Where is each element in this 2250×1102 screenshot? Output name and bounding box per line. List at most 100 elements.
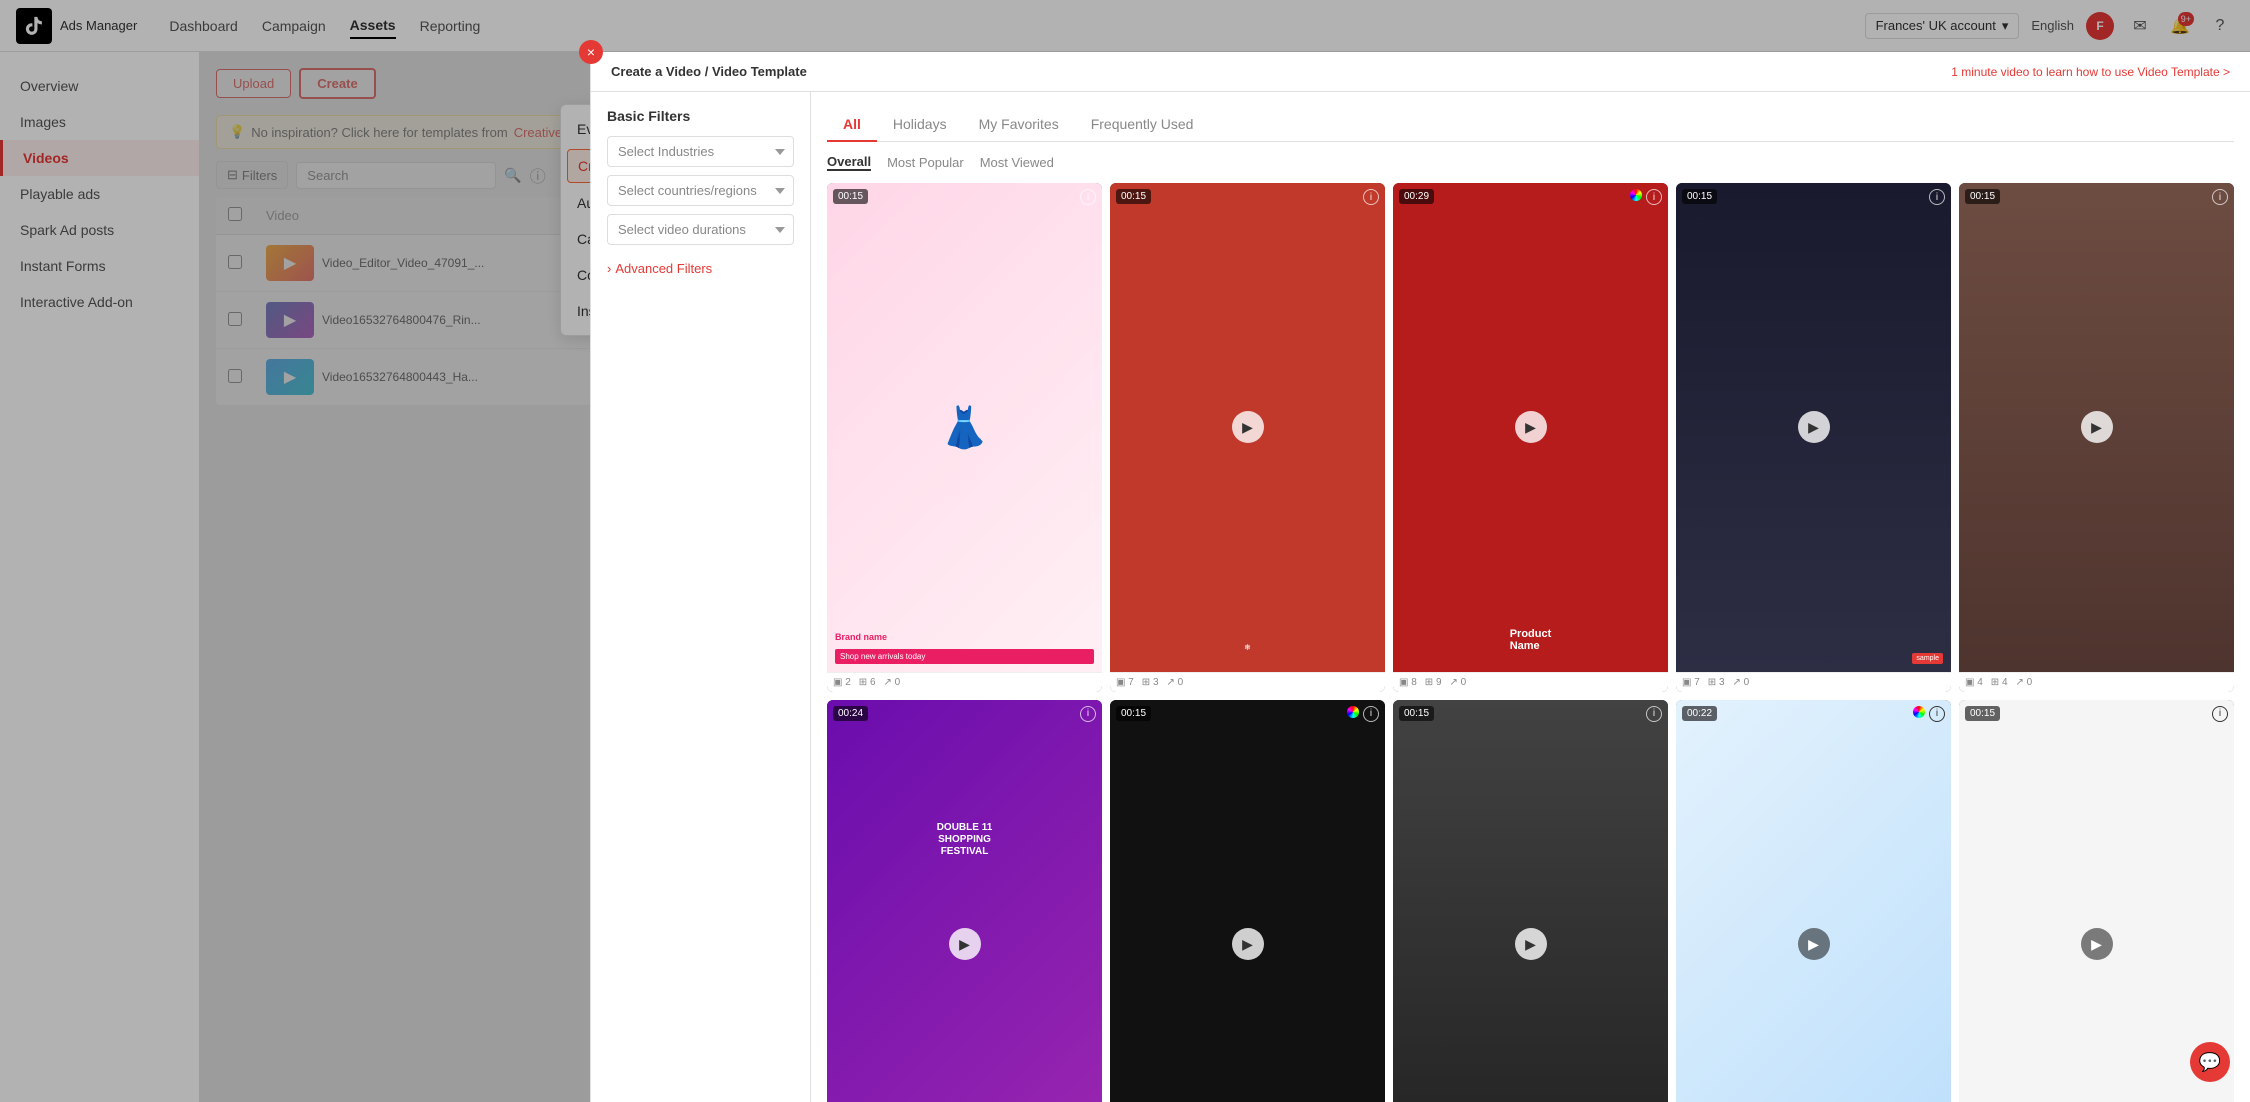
- duration-select[interactable]: Select video durations: [607, 214, 794, 245]
- color-dot: [1630, 189, 1642, 201]
- play-button: ▶: [1798, 411, 1830, 443]
- template-card[interactable]: 00:22 i ▶ ▣ 7 ⊞ 4 ↗ 0: [1676, 700, 1951, 1102]
- template-duration: 00:15: [1116, 189, 1151, 204]
- template-stat: ⊞ 6: [859, 677, 876, 688]
- play-button: ▶: [1515, 928, 1547, 960]
- breadcrumb-current: Video Template: [712, 64, 807, 79]
- template-thumbnail: 00:15 i ▶ Men'sBoutique: [1110, 700, 1385, 1102]
- template-thumbnail: 00:15 i ▶: [1393, 700, 1668, 1102]
- style-tabs: Overall Most Popular Most Viewed: [827, 154, 2234, 171]
- template-duration: 00:15: [1682, 189, 1717, 204]
- template-card[interactable]: 00:15 i ▶ ❄ ▣ 7 ⊞ 3 ↗ 0: [1110, 183, 1385, 692]
- learn-link[interactable]: 1 minute video to learn how to use Video…: [1951, 65, 2230, 79]
- tab-frequently-used[interactable]: Frequently Used: [1075, 108, 1210, 142]
- template-thumbnail: 00:15 i 👗 Brand name Shop new arrivals t…: [827, 183, 1102, 672]
- modal-body: Basic Filters Select Industries Select c…: [591, 92, 2250, 1102]
- filter-title: Basic Filters: [607, 108, 794, 124]
- tab-holidays[interactable]: Holidays: [877, 108, 963, 142]
- play-button: ▶: [2081, 928, 2113, 960]
- modal-header: Create a Video / Video Template 1 minute…: [591, 52, 2250, 92]
- advanced-filters-label: Advanced Filters: [615, 261, 712, 276]
- info-icon: i: [2212, 189, 2228, 205]
- tab-all[interactable]: All: [827, 108, 877, 142]
- template-duration: 00:24: [833, 706, 868, 721]
- info-icon: i: [1646, 189, 1662, 205]
- template-stat: ↗ 0: [1450, 677, 1467, 688]
- template-thumbnail: 00:24 i ▶ DOUBLE 11SHOPPINGFESTIVAL: [827, 700, 1102, 1102]
- template-stat: ⊞ 3: [1142, 677, 1159, 688]
- template-duration: 00:29: [1399, 189, 1434, 204]
- template-thumbnail: 00:29 i ▶ ProductName: [1393, 183, 1668, 672]
- style-overall[interactable]: Overall: [827, 154, 871, 171]
- style-most-popular[interactable]: Most Popular: [887, 155, 964, 170]
- info-icon: i: [1080, 189, 1096, 205]
- filter-panel: Basic Filters Select Industries Select c…: [591, 92, 811, 1102]
- modal-close-button[interactable]: ×: [579, 40, 603, 64]
- gallery-tabs: All Holidays My Favorites Frequently Use…: [827, 108, 2234, 142]
- info-icon: i: [1080, 706, 1096, 722]
- info-icon: i: [1929, 189, 1945, 205]
- template-card[interactable]: 00:15 i ▶ Product 1 AUTUMN NEW ▣ 4 ⊞ 5 ↗…: [1959, 700, 2234, 1102]
- template-thumbnail: 00:15 i ▶ sample: [1676, 183, 1951, 672]
- color-dot: [1913, 706, 1925, 718]
- play-button: ▶: [1515, 411, 1547, 443]
- template-card[interactable]: 00:24 i ▶ DOUBLE 11SHOPPINGFESTIVAL ▣ 13…: [827, 700, 1102, 1102]
- play-button: ▶: [949, 928, 981, 960]
- template-card[interactable]: 00:15 i ▶ ▣ 2 ⊞ 4 ↗ 0: [1393, 700, 1668, 1102]
- countries-select[interactable]: Select countries/regions: [607, 175, 794, 206]
- template-duration: 00:15: [1399, 706, 1434, 721]
- template-stat: ⊞ 9: [1425, 677, 1442, 688]
- template-stat: ▣ 8: [1399, 677, 1417, 688]
- video-template-modal: × Create a Video / Video Template 1 minu…: [590, 52, 2250, 1102]
- template-footer: ▣ 4 ⊞ 4 ↗ 0: [1959, 672, 2234, 692]
- template-card[interactable]: 00:15 i ▶ sample ▣ 7 ⊞ 3 ↗ 0: [1676, 183, 1951, 692]
- template-grid: 00:15 i 👗 Brand name Shop new arrivals t…: [827, 183, 2234, 1102]
- play-button: ▶: [1798, 928, 1830, 960]
- info-icon: i: [1646, 706, 1662, 722]
- info-icon: i: [1363, 189, 1379, 205]
- modal-overlay: × Create a Video / Video Template 1 minu…: [0, 0, 2250, 1102]
- industry-select[interactable]: Select Industries: [607, 136, 794, 167]
- template-card[interactable]: 00:29 i ▶ ProductName ▣ 8 ⊞ 9 ↗ 0: [1393, 183, 1668, 692]
- template-thumbnail: 00:15 i ▶ Product 1 AUTUMN NEW: [1959, 700, 2234, 1102]
- template-stat: ↗ 0: [2016, 677, 2033, 688]
- play-button: ▶: [2081, 411, 2113, 443]
- template-duration: 00:22: [1682, 706, 1717, 721]
- template-stat: ↗ 0: [1167, 677, 1184, 688]
- template-stat: ▣ 2: [833, 677, 851, 688]
- template-stat: ▣ 7: [1682, 677, 1700, 688]
- template-footer: ▣ 8 ⊞ 9 ↗ 0: [1393, 672, 1668, 692]
- template-thumbnail: 00:15 i ▶: [1959, 183, 2234, 672]
- breadcrumb: Create a Video / Video Template: [611, 64, 807, 79]
- tab-my-favorites[interactable]: My Favorites: [963, 108, 1075, 142]
- gallery-panel: All Holidays My Favorites Frequently Use…: [811, 92, 2250, 1102]
- template-duration: 00:15: [1965, 189, 2000, 204]
- template-thumbnail: 00:15 i ▶ ❄: [1110, 183, 1385, 672]
- template-card[interactable]: 00:15 i 👗 Brand name Shop new arrivals t…: [827, 183, 1102, 692]
- advanced-filters-link[interactable]: › Advanced Filters: [607, 261, 794, 276]
- template-stat: ▣ 7: [1116, 677, 1134, 688]
- info-icon: i: [2212, 706, 2228, 722]
- info-icon: i: [1929, 706, 1945, 722]
- template-footer: ▣ 2 ⊞ 6 ↗ 0: [827, 672, 1102, 692]
- play-button: ▶: [1232, 928, 1264, 960]
- template-duration: 00:15: [1965, 706, 2000, 721]
- template-card[interactable]: 00:15 i ▶ Men'sBoutique ▣ 4 ⊞ 6 ↗ 0: [1110, 700, 1385, 1102]
- breadcrumb-prefix: Create a Video /: [611, 64, 708, 79]
- template-duration: 00:15: [833, 189, 868, 204]
- style-most-viewed[interactable]: Most Viewed: [980, 155, 1054, 170]
- template-stat: ↗ 0: [1733, 677, 1750, 688]
- chevron-right-icon: ›: [607, 261, 611, 276]
- template-stat: ⊞ 4: [1991, 677, 2008, 688]
- template-stat: ↗ 0: [884, 677, 901, 688]
- template-card[interactable]: 00:15 i ▶ ▣ 4 ⊞ 4 ↗ 0: [1959, 183, 2234, 692]
- template-stat: ▣ 4: [1965, 677, 1983, 688]
- template-footer: ▣ 7 ⊞ 3 ↗ 0: [1110, 672, 1385, 692]
- play-button: ▶: [1232, 411, 1264, 443]
- template-footer: ▣ 7 ⊞ 3 ↗ 0: [1676, 672, 1951, 692]
- template-thumbnail: 00:22 i ▶: [1676, 700, 1951, 1102]
- template-duration: 00:15: [1116, 706, 1151, 721]
- template-stat: ⊞ 3: [1708, 677, 1725, 688]
- chat-support-button[interactable]: 💬: [2190, 1042, 2230, 1082]
- color-dot: [1347, 706, 1359, 718]
